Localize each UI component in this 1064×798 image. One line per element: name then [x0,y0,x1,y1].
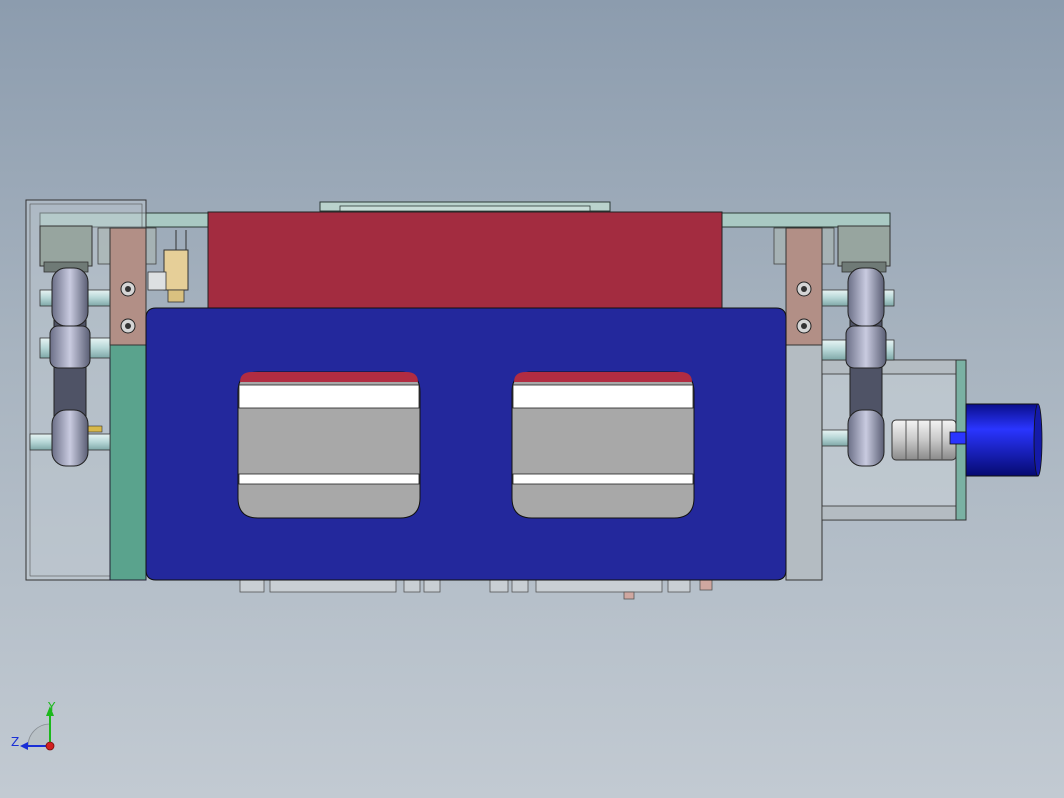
y-axis-label: Y [47,700,56,714]
z-axis-label: Z [11,735,19,749]
x-axis-dot [45,741,55,751]
top-plate[interactable] [207,211,723,311]
left-side-block [109,344,147,581]
left-bracket[interactable] [109,227,147,346]
timing-pulley-icon [49,267,91,467]
bottom-feet[interactable] [239,579,713,600]
front-cover[interactable] [145,307,787,581]
cad-viewport[interactable]: Y Z [0,0,1064,798]
left-viewing-window[interactable] [237,371,421,519]
timing-pulley-icon [845,267,887,467]
coupling-icon[interactable] [891,419,957,461]
cad-drawing[interactable]: Y Z [0,0,1064,798]
right-viewing-window[interactable] [511,371,695,519]
right-bracket[interactable] [785,227,823,346]
right-timing-belt[interactable] [845,267,887,467]
left-timing-belt[interactable] [49,267,91,467]
coordinate-triad: Y Z [11,700,56,751]
